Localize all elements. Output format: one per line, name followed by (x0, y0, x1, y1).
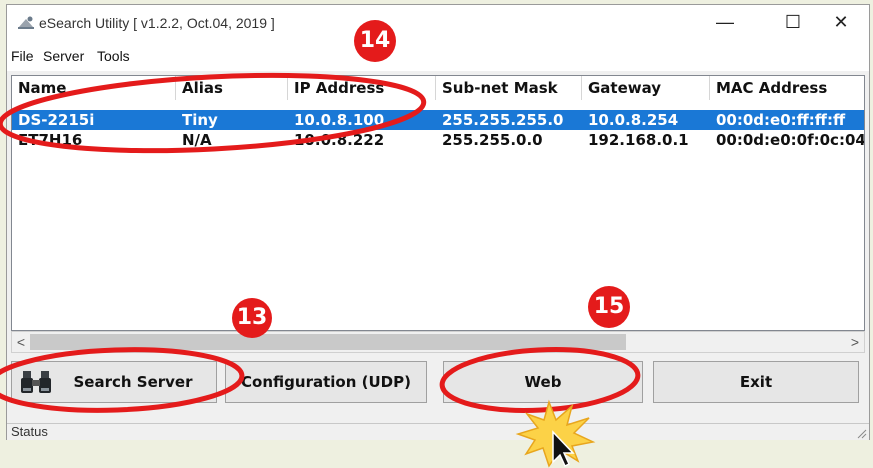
configuration-udp-button[interactable]: Configuration (UDP) (225, 361, 427, 403)
column-header-mac[interactable]: MAC Address (710, 76, 864, 100)
cell-mac: 00:0d:e0:0f:0c:04 (716, 131, 865, 149)
cell-subnet: 255.255.255.0 (442, 111, 564, 129)
step-badge-14: 14 (354, 20, 396, 62)
menu-bar: File Server Tools (7, 41, 869, 71)
binoculars-icon (21, 371, 51, 393)
scroll-thumb[interactable] (30, 334, 626, 350)
app-icon (18, 16, 34, 29)
server-list[interactable]: Name Alias IP Address Sub-net Mask Gatew… (11, 75, 865, 331)
column-header-gateway[interactable]: Gateway (582, 76, 710, 100)
search-server-button[interactable]: Search Server (11, 361, 217, 403)
window-title: eSearch Utility [ v1.2.2, Oct.04, 2019 ] (39, 15, 275, 31)
column-header-alias[interactable]: Alias (176, 76, 288, 100)
scroll-right-arrow[interactable]: > (846, 332, 864, 352)
status-bar: Status (7, 423, 869, 440)
esearch-window: eSearch Utility [ v1.2.2, Oct.04, 2019 ]… (6, 4, 870, 440)
cell-gateway: 10.0.8.254 (588, 111, 679, 129)
status-text: Status (11, 424, 48, 439)
cell-name: ET7H16 (18, 131, 83, 149)
maximize-button[interactable]: ☐ (771, 7, 815, 37)
step-badge-13: 13 (232, 298, 272, 338)
cell-alias: N/A (182, 131, 212, 149)
cell-mac: 00:0d:e0:ff:ff:ff (716, 111, 846, 129)
horizontal-scrollbar[interactable]: < > (11, 331, 865, 353)
column-header-name[interactable]: Name (12, 76, 176, 100)
menu-tools[interactable]: Tools (97, 48, 130, 64)
menu-server[interactable]: Server (43, 48, 84, 64)
column-header-ip[interactable]: IP Address (288, 76, 436, 100)
web-button[interactable]: Web (443, 361, 643, 403)
title-bar: eSearch Utility [ v1.2.2, Oct.04, 2019 ]… (7, 5, 869, 41)
table-row[interactable]: ET7H16 N/A 10.0.8.222 255.255.0.0 192.16… (12, 130, 864, 150)
cell-alias: Tiny (182, 111, 218, 129)
exit-button[interactable]: Exit (653, 361, 859, 403)
step-badge-15: 15 (588, 286, 630, 328)
cell-ip: 10.0.8.222 (294, 131, 385, 149)
cell-gateway: 192.168.0.1 (588, 131, 689, 149)
menu-file[interactable]: File (11, 48, 34, 64)
resize-grip-icon[interactable] (855, 427, 867, 439)
column-header-subnet[interactable]: Sub-net Mask (436, 76, 582, 100)
cell-ip: 10.0.8.100 (294, 111, 385, 129)
cell-name: DS-2215i (18, 111, 95, 129)
table-row-selected[interactable]: DS-2215i Tiny 10.0.8.100 255.255.255.0 1… (12, 110, 864, 130)
scroll-left-arrow[interactable]: < (12, 332, 30, 352)
cell-subnet: 255.255.0.0 (442, 131, 543, 149)
close-button[interactable]: ✕ (819, 7, 863, 37)
search-server-label: Search Server (73, 373, 193, 391)
minimize-button[interactable]: — (703, 7, 747, 37)
